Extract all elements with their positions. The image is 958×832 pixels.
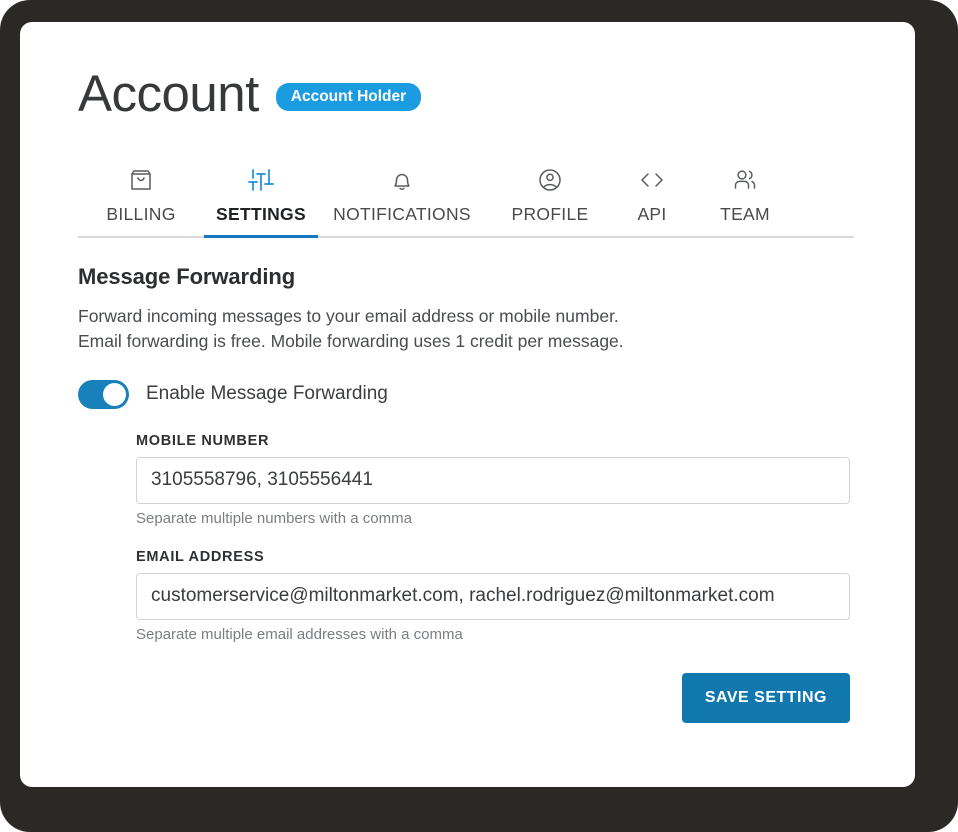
bell-icon [387,163,417,197]
toggle-knob [103,382,126,406]
email-address-field-group: EMAIL ADDRESS Separate multiple email ad… [136,549,868,643]
tab-notifications-label: NOTIFICATIONS [333,204,471,224]
sliders-icon [246,163,276,197]
tab-billing[interactable]: BILLING [78,163,204,236]
tab-profile-label: PROFILE [511,204,589,224]
code-brackets-icon [637,163,667,197]
mobile-number-hint: Separate multiple numbers with a comma [136,509,412,527]
tab-api-label: API [637,204,667,224]
shopping-bag-icon [126,163,156,197]
enable-forwarding-row: Enable Message Forwarding [78,379,868,409]
tab-settings-label: SETTINGS [216,204,306,224]
tab-billing-label: BILLING [106,204,176,224]
form-footer: SAVE SETTING [78,672,850,723]
email-address-hint: Separate multiple email addresses with a… [136,625,463,643]
user-circle-icon [535,163,565,197]
users-icon [729,163,761,197]
page-header: Account Account Holder [78,62,868,124]
account-card: Account Account Holder BILLING SETTINGS … [20,22,915,787]
email-address-input[interactable] [136,572,850,620]
email-address-label: EMAIL ADDRESS [136,548,265,565]
mobile-number-label: MOBILE NUMBER [136,432,270,449]
enable-message-forwarding-toggle[interactable] [78,379,129,409]
mobile-number-input[interactable] [136,456,850,504]
status-badge: Account Holder [275,82,422,112]
section-description-line1: Forward incoming messages to your email … [78,306,619,326]
enable-message-forwarding-label: Enable Message Forwarding [146,383,388,405]
tab-api[interactable]: API [614,163,690,236]
mobile-number-field-group: MOBILE NUMBER Separate multiple numbers … [136,433,868,527]
section-description-line2: Email forwarding is free. Mobile forward… [78,330,624,351]
tab-team[interactable]: TEAM [690,163,800,236]
tab-bar: BILLING SETTINGS NOTIFICATIONS PROFILE A… [78,156,854,238]
device-frame: Account Account Holder BILLING SETTINGS … [0,0,958,832]
save-setting-button[interactable]: SAVE SETTING [681,672,850,723]
tab-profile[interactable]: PROFILE [486,163,614,236]
tab-settings[interactable]: SETTINGS [204,163,318,238]
tab-team-label: TEAM [720,204,770,224]
card-content: Account Account Holder BILLING SETTINGS … [78,62,868,723]
section-title: Message Forwarding [78,264,296,289]
page-title: Account [78,64,259,122]
tab-notifications[interactable]: NOTIFICATIONS [318,163,486,236]
section-description: Forward incoming messages to your email … [78,304,868,354]
